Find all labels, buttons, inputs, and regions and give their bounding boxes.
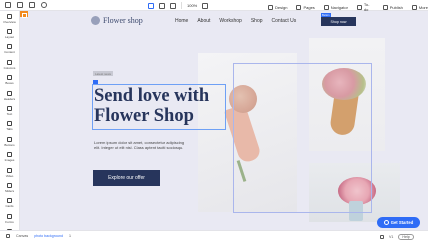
images-icon (7, 152, 12, 158)
hero-title[interactable]: Send love with Flower Shop (94, 86, 234, 126)
undo-icon[interactable] (17, 2, 23, 8)
breadcrumb-root[interactable]: Canvas (16, 234, 28, 238)
preview-icon[interactable] (41, 2, 47, 8)
device-switcher: 100% (148, 2, 209, 9)
design-button[interactable]: Design (268, 4, 287, 10)
menu-icon[interactable] (5, 2, 11, 8)
element-sidebar: Overview Layout Content Columns Boxes He… (0, 11, 20, 239)
settings-icon[interactable] (6, 234, 10, 238)
sidebar-item-buttons[interactable]: Buttons (0, 134, 19, 149)
pages-icon (296, 4, 302, 10)
status-right: V1 Help (380, 234, 414, 240)
sidebar-item-overview[interactable]: Overview (0, 11, 19, 26)
editor-canvas[interactable]: Flower shop Home About Workshop Shop Con… (20, 11, 428, 230)
sidebar-item-boxes[interactable]: Boxes (0, 73, 19, 88)
sidebar-item-content[interactable]: Content (0, 42, 19, 57)
sidebar-item-images[interactable]: Images (0, 150, 19, 165)
forms-icon (7, 213, 12, 219)
pages-button[interactable]: Pages (296, 4, 315, 10)
navigator-button[interactable]: Navigator (323, 4, 348, 10)
breadcrumb: Canvas photo background 1 (6, 234, 71, 238)
headers-icon (7, 90, 12, 96)
version-label: V1 (389, 235, 394, 239)
breadcrumb-selected[interactable]: photo background (34, 234, 63, 238)
logo-mark-icon (91, 16, 100, 25)
explore-offer-button[interactable]: Explore our offer (93, 170, 160, 186)
grid-icon[interactable] (380, 235, 384, 239)
status-bar: Canvas photo background 1 V1 Help (0, 230, 428, 240)
nav-item-workshop[interactable]: Workshop (219, 18, 241, 24)
publish-icon (382, 4, 388, 10)
content-icon (7, 44, 12, 50)
zoom-level[interactable]: 100% (187, 3, 197, 8)
sliders-icon (7, 182, 12, 188)
sidebar-item-text[interactable]: Text (0, 103, 19, 118)
sidebar-item-sliders[interactable]: Sliders (0, 180, 19, 195)
mobile-icon[interactable] (170, 2, 176, 9)
sidebar-item-video[interactable]: Video (0, 165, 19, 180)
publish-button[interactable]: Publish (382, 4, 403, 10)
sidebar-item-columns[interactable]: Columns (0, 57, 19, 72)
get-started-button[interactable]: Get Started (377, 217, 420, 228)
more-button[interactable]: More (411, 4, 428, 10)
video-icon (7, 167, 12, 173)
boxes-icon (7, 75, 12, 81)
nav-item-contact[interactable]: Contact Us (272, 18, 297, 24)
section-settings-icon[interactable] (20, 11, 28, 18)
photo-background-frame[interactable] (233, 63, 372, 213)
hero-paragraph[interactable]: Lorem ipsum dolor sit amet, consectetur … (94, 140, 186, 151)
sidebar-item-tabs[interactable]: Tabs (0, 119, 19, 134)
todo-icon (356, 4, 362, 10)
tablet-icon[interactable] (159, 2, 165, 9)
site-logo[interactable]: Flower shop (91, 16, 143, 25)
divider (181, 2, 182, 9)
hero-badge[interactable]: Latest news (93, 71, 114, 76)
sidebar-item-layout[interactable]: Layout (0, 26, 19, 41)
more-icon (411, 4, 417, 10)
nav-item-about[interactable]: About (197, 18, 210, 24)
editor-toolbar: 100% Design Pages Navigator To-do Publis… (0, 0, 428, 12)
logo-text: Flower shop (103, 16, 143, 25)
sidebar-item-headers[interactable]: Headers (0, 88, 19, 103)
sidebar-item-cards[interactable]: Cards (0, 196, 19, 211)
shop-now-button[interactable]: Shop now (321, 17, 356, 26)
breadcrumb-page[interactable]: 1 (69, 234, 71, 238)
help-button[interactable]: Help (398, 234, 414, 240)
design-icon (268, 4, 273, 10)
overview-icon (7, 13, 12, 19)
cards-icon (7, 198, 12, 204)
site-nav: Home About Workshop Shop Contact Us (175, 18, 296, 24)
text-icon (7, 106, 12, 112)
toolbar-left-group (5, 2, 47, 8)
navigator-icon (323, 4, 329, 10)
tabs-icon (7, 121, 12, 127)
fullscreen-icon[interactable] (202, 2, 209, 9)
chat-icon (383, 220, 389, 225)
redo-icon[interactable] (29, 2, 35, 8)
layout-icon (7, 29, 12, 35)
nav-item-shop[interactable]: Shop (251, 18, 263, 24)
sidebar-item-forms[interactable]: Forms (0, 211, 19, 226)
desktop-icon[interactable] (148, 2, 154, 9)
buttons-icon (7, 136, 12, 142)
nav-item-home[interactable]: Home (175, 18, 188, 24)
columns-icon (7, 59, 12, 65)
